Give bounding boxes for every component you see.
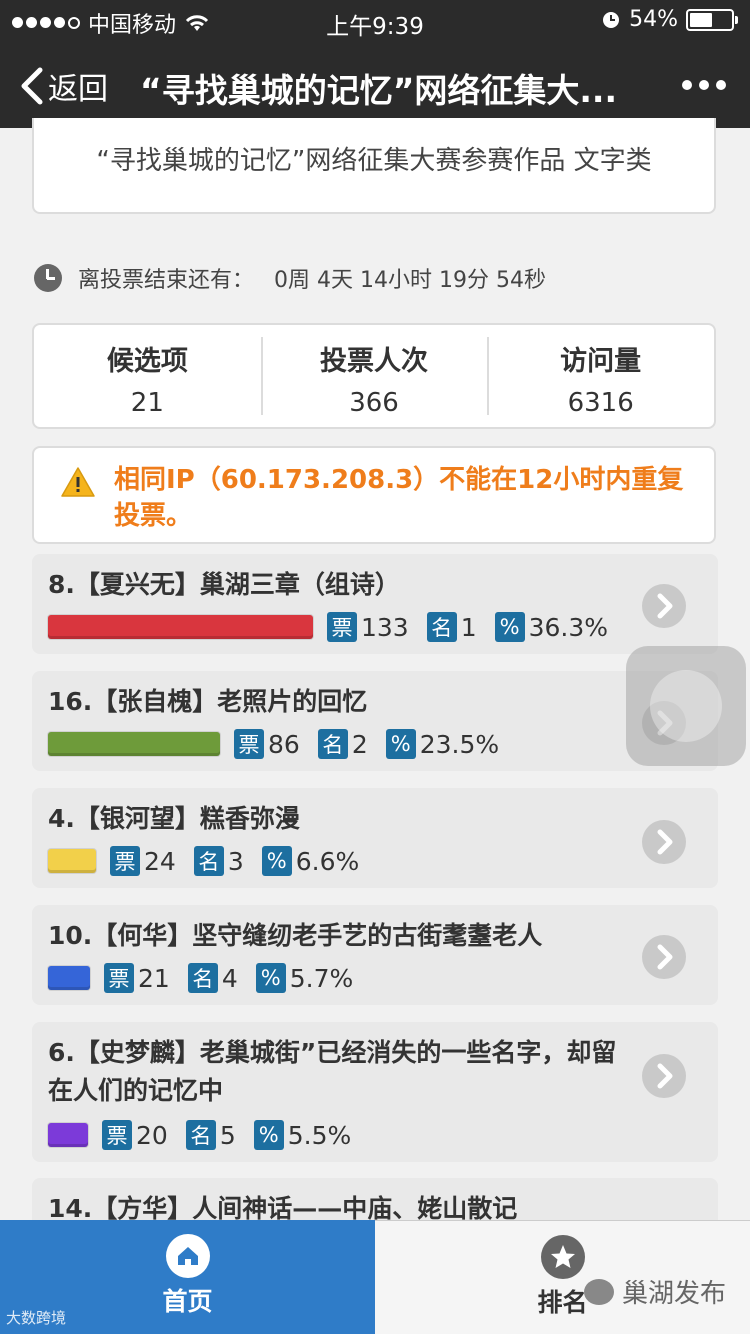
item-title: 4.【银河望】糕香弥漫 <box>48 804 300 833</box>
status-bar: 中国移动 上午9:39 54% <box>0 0 750 42</box>
star-icon <box>540 1235 585 1279</box>
list-item[interactable]: 6.【史梦麟】老巢城街”已经消失的一些名字，却留在人们的记忆中 票 20 名5 %… <box>32 1022 718 1162</box>
page-title: “寻找巢城的记忆”网络征集大... <box>140 71 617 110</box>
item-title: 8.【夏兴无】巢湖三章（组诗） <box>48 570 400 599</box>
notice-text: 相同IP（60.173.208.3）不能在12小时内重复投票。 <box>114 465 684 531</box>
battery-percent: 54% <box>629 7 678 32</box>
stat-label: 访问量 <box>560 346 642 377</box>
item-title: 6.【史梦麟】老巢城街”已经消失的一些名字，却留在人们的记忆中 <box>48 1038 617 1105</box>
watermark-logo: 大数跨境 <box>6 1309 67 1327</box>
tab-ranking[interactable]: 排名 巢湖发布 <box>375 1220 750 1334</box>
chevron-right-icon[interactable] <box>642 820 686 864</box>
vote-count: 86 <box>268 729 300 759</box>
stat-label: 候选项 <box>106 346 188 377</box>
vote-share-bar <box>48 1123 88 1147</box>
chevron-right-icon[interactable] <box>642 1054 686 1098</box>
rank-tag: 名 <box>185 1120 216 1150</box>
item-stats: 票 21 名4 % 5.7% <box>48 963 353 993</box>
chevron-right-icon[interactable] <box>642 935 686 979</box>
vote-count: 21 <box>138 963 170 993</box>
alarm-icon <box>603 11 620 28</box>
stat-value: 21 <box>130 388 164 418</box>
back-label: 返回 <box>48 72 108 107</box>
votes-tag: 票 <box>110 846 140 876</box>
stat-label: 投票人次 <box>320 346 428 377</box>
percent-tag: % <box>253 1120 284 1150</box>
countdown-value: 0周 4天 14小时 19分 54秒 <box>274 268 546 293</box>
vote-share-bar <box>48 966 90 990</box>
rank-value: 2 <box>351 729 368 759</box>
wechat-icon <box>583 1278 614 1305</box>
list-item[interactable]: 4.【银河望】糕香弥漫 票 24 名3 % 6.6% <box>32 788 718 888</box>
vote-share-bar <box>48 732 220 756</box>
percent-tag: % <box>261 846 292 876</box>
stat-value: 366 <box>349 388 399 418</box>
item-title: 16.【张自槐】老照片的回忆 <box>48 687 368 716</box>
rank-value: 3 <box>227 846 244 876</box>
votes-tag: 票 <box>327 612 357 642</box>
rank-value: 5 <box>219 1120 236 1150</box>
votes-tag: 票 <box>234 729 264 759</box>
percent-value: 5.5% <box>287 1120 352 1150</box>
contest-subtitle: “寻找巢城的记忆”网络征集大赛参赛作品 文字类 <box>96 146 652 176</box>
vote-share-bar <box>48 615 313 639</box>
chevron-left-icon <box>21 67 43 105</box>
tab-bar: 首页 大数跨境 排名 巢湖发布 <box>0 1220 750 1334</box>
item-stats: 票 133 名1 % 36.3% <box>48 612 608 642</box>
watermark-publisher: 巢湖发布 <box>583 1273 726 1310</box>
stat-candidates: 候选项 21 <box>34 325 261 427</box>
percent-tag: % <box>385 729 416 759</box>
countdown-label: 离投票结束还有： <box>78 268 255 293</box>
item-stats: 票 86 名2 % 23.5% <box>48 729 499 759</box>
item-stats: 票 20 名5 % 5.5% <box>48 1120 351 1150</box>
battery-icon <box>686 8 738 31</box>
rank-value: 1 <box>460 612 477 642</box>
stats-panel: 候选项 21 投票人次 366 访问量 6316 <box>32 323 716 429</box>
percent-tag: % <box>494 612 525 642</box>
percent-value: 36.3% <box>528 612 609 642</box>
watermark-publisher-text: 巢湖发布 <box>621 1279 726 1309</box>
rank-tag: 名 <box>193 846 224 876</box>
subtitle-card: “寻找巢城的记忆”网络征集大赛参赛作品 文字类 <box>32 118 716 214</box>
rank-tag: 名 <box>426 612 457 642</box>
list-item[interactable]: 10.【何华】坚守缝纫老手艺的古街耄耋老人 票 21 名4 % 5.7% <box>32 905 718 1005</box>
vote-countdown: 离投票结束还有： 0周 4天 14小时 19分 54秒 <box>34 262 546 294</box>
vote-count: 20 <box>136 1120 168 1150</box>
vote-share-bar <box>48 849 96 873</box>
item-stats: 票 24 名3 % 6.6% <box>48 846 359 876</box>
warning-icon <box>61 467 95 497</box>
rank-tag: 名 <box>317 729 348 759</box>
stat-value: 6316 <box>567 388 634 418</box>
tab-home[interactable]: 首页 大数跨境 <box>0 1220 375 1334</box>
nav-bar: 返回 “寻找巢城的记忆”网络征集大... <box>0 42 750 128</box>
rank-tag: 名 <box>187 963 218 993</box>
percent-tag: % <box>255 963 286 993</box>
home-icon <box>165 1234 210 1278</box>
stat-visits: 访问量 6316 <box>487 325 714 427</box>
list-item[interactable]: 8.【夏兴无】巢湖三章（组诗） 票 133 名1 % 36.3% <box>32 554 718 654</box>
chevron-right-icon[interactable] <box>642 584 686 628</box>
percent-value: 23.5% <box>419 729 500 759</box>
item-title: 10.【何华】坚守缝纫老手艺的古街耄耋老人 <box>48 921 543 950</box>
vote-count: 133 <box>361 612 409 642</box>
rank-value: 4 <box>221 963 238 993</box>
clock-icon <box>34 264 62 292</box>
percent-value: 5.7% <box>289 963 354 993</box>
votes-tag: 票 <box>104 963 134 993</box>
ip-notice: 相同IP（60.173.208.3）不能在12小时内重复投票。 <box>32 446 716 544</box>
more-menu-button[interactable] <box>682 80 726 90</box>
votes-tag: 票 <box>102 1120 132 1150</box>
back-button[interactable]: 返回 <box>18 64 108 108</box>
assistive-touch-button[interactable] <box>626 646 746 766</box>
percent-value: 6.6% <box>295 846 360 876</box>
vote-count: 24 <box>144 846 176 876</box>
list-item[interactable]: 16.【张自槐】老照片的回忆 票 86 名2 % 23.5% <box>32 671 718 771</box>
stat-votes: 投票人次 366 <box>260 325 488 427</box>
